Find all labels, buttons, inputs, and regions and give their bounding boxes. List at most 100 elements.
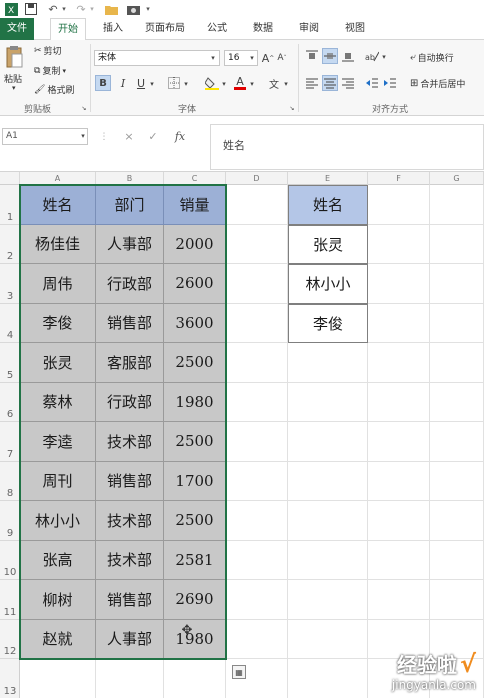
font-name-select[interactable]: 宋体: [94, 50, 220, 66]
lookup-cell[interactable]: 李俊: [288, 303, 368, 343]
table-cell[interactable]: 1700: [164, 461, 226, 501]
table-cell[interactable]: 2581: [164, 540, 226, 580]
insert-function-icon[interactable]: fx: [172, 129, 188, 143]
table-cell[interactable]: 客服部: [96, 343, 164, 383]
underline-dropdown-icon[interactable]: ▾: [148, 79, 156, 89]
table-cell[interactable]: 销售部: [96, 580, 164, 620]
tab-insert[interactable]: 插入: [96, 18, 130, 40]
column-header-b[interactable]: B: [96, 172, 164, 185]
table-cell[interactable]: 1980: [164, 619, 226, 659]
row-header-6[interactable]: 6: [0, 383, 20, 422]
redo-icon[interactable]: ↷: [74, 2, 88, 16]
column-header-f[interactable]: F: [368, 172, 430, 185]
shrink-font-icon[interactable]: Aˇ: [276, 50, 288, 66]
formula-input[interactable]: 姓名: [210, 124, 484, 170]
cancel-icon[interactable]: ×: [122, 129, 136, 143]
table-cell[interactable]: 1980: [164, 382, 226, 422]
row-header-9[interactable]: 9: [0, 501, 20, 541]
redo-dropdown-icon[interactable]: ▾: [88, 2, 96, 16]
copy-button[interactable]: ⧉ 复制 ▾: [34, 64, 66, 78]
row-header-3[interactable]: 3: [0, 264, 20, 304]
row-header-10[interactable]: 10: [0, 541, 20, 580]
grow-font-icon[interactable]: A ^: [262, 50, 275, 66]
italic-button[interactable]: I: [116, 75, 130, 91]
row-header-5[interactable]: 5: [0, 343, 20, 383]
table-cell[interactable]: 销售部: [96, 461, 164, 501]
font-size-dropdown-icon[interactable]: ▾: [247, 52, 257, 64]
table-cell[interactable]: 行政部: [96, 264, 164, 304]
increase-indent-icon[interactable]: [382, 75, 398, 91]
row-header-4[interactable]: 4: [0, 304, 20, 343]
tab-page-layout[interactable]: 页面布局: [140, 18, 190, 40]
table-cell[interactable]: 柳树: [20, 580, 96, 620]
table-cell[interactable]: 行政部: [96, 382, 164, 422]
top-align-icon[interactable]: [304, 48, 320, 64]
table-cell[interactable]: 2500: [164, 422, 226, 462]
tab-review[interactable]: 审阅: [292, 18, 326, 40]
align-center-icon[interactable]: [322, 75, 338, 91]
bold-button[interactable]: B: [95, 75, 111, 91]
table-cell[interactable]: 林小小: [20, 501, 96, 541]
undo-icon[interactable]: ↶: [46, 2, 60, 16]
lookup-header-cell[interactable]: 姓名: [288, 185, 368, 225]
table-header-cell[interactable]: 部门: [96, 185, 164, 225]
phonetic-icon[interactable]: 文: [266, 75, 282, 91]
lookup-cell[interactable]: 林小小: [288, 264, 368, 304]
table-cell[interactable]: 张灵: [20, 343, 96, 383]
table-cell[interactable]: 技术部: [96, 540, 164, 580]
column-header-c[interactable]: C: [164, 172, 226, 185]
table-cell[interactable]: 2600: [164, 264, 226, 304]
column-header-d[interactable]: D: [226, 172, 288, 185]
table-cell[interactable]: 李逵: [20, 422, 96, 462]
merge-center-button[interactable]: ⊞ 合并后居中: [410, 77, 465, 90]
table-cell[interactable]: 赵就: [20, 619, 96, 659]
format-painter-button[interactable]: 🖌 格式刷: [34, 83, 74, 97]
save-icon[interactable]: [24, 2, 38, 16]
tab-home[interactable]: 开始: [50, 18, 86, 41]
customize-qat-icon[interactable]: ▾: [144, 2, 152, 16]
table-cell[interactable]: 技术部: [96, 422, 164, 462]
decrease-indent-icon[interactable]: [364, 75, 380, 91]
table-cell[interactable]: 2690: [164, 580, 226, 620]
tab-file[interactable]: 文件: [0, 18, 34, 40]
tab-formulas[interactable]: 公式: [200, 18, 234, 40]
row-header-1[interactable]: 1: [0, 185, 20, 225]
orientation-icon[interactable]: ab: [364, 48, 380, 64]
wrap-text-button[interactable]: ⤶ 自动换行: [410, 51, 454, 64]
table-header-cell[interactable]: 销量: [164, 185, 226, 225]
worksheet-grid[interactable]: ABCDEFG 1 2 3 4 5 6 7 8 9 10 11 12 13 姓名 部门 销量 杨佳佳 人事部 20…: [0, 172, 484, 698]
column-header-a[interactable]: A: [20, 172, 96, 185]
cut-button[interactable]: ✂ 剪切: [34, 44, 62, 58]
row-header-8[interactable]: 8: [0, 462, 20, 501]
table-cell[interactable]: 周伟: [20, 264, 96, 304]
orientation-dropdown-icon[interactable]: ▾: [380, 52, 388, 62]
table-cell[interactable]: 2500: [164, 501, 226, 541]
row-header-7[interactable]: 7: [0, 422, 20, 462]
bottom-align-icon[interactable]: [340, 48, 356, 64]
table-cell[interactable]: 李俊: [20, 303, 96, 343]
row-header-2[interactable]: 2: [0, 225, 20, 264]
table-cell[interactable]: 3600: [164, 303, 226, 343]
table-cell[interactable]: 2000: [164, 224, 226, 264]
tab-view[interactable]: 视图: [338, 18, 372, 40]
table-cell[interactable]: 张高: [20, 540, 96, 580]
table-cell[interactable]: 蔡林: [20, 382, 96, 422]
table-cell[interactable]: 2500: [164, 343, 226, 383]
table-cell[interactable]: 销售部: [96, 303, 164, 343]
undo-dropdown-icon[interactable]: ▾: [60, 2, 68, 16]
paste-icon[interactable]: [4, 44, 24, 70]
row-header-13[interactable]: 13: [0, 659, 20, 698]
name-box[interactable]: A1: [2, 128, 88, 145]
row-header-12[interactable]: 12: [0, 620, 20, 659]
select-all-corner[interactable]: [0, 172, 20, 185]
table-cell[interactable]: 人事部: [96, 619, 164, 659]
align-left-icon[interactable]: [304, 75, 320, 91]
quick-analysis-icon[interactable]: ▦: [232, 665, 246, 679]
table-cell[interactable]: 技术部: [96, 501, 164, 541]
font-color-dropdown-icon[interactable]: ▾: [248, 79, 256, 89]
paste-dropdown-icon[interactable]: ▾: [12, 84, 16, 92]
table-cell[interactable]: 人事部: [96, 224, 164, 264]
table-cell[interactable]: 周刊: [20, 461, 96, 501]
clipboard-launcher-icon[interactable]: ↘: [80, 104, 88, 112]
font-name-dropdown-icon[interactable]: ▾: [208, 52, 218, 64]
